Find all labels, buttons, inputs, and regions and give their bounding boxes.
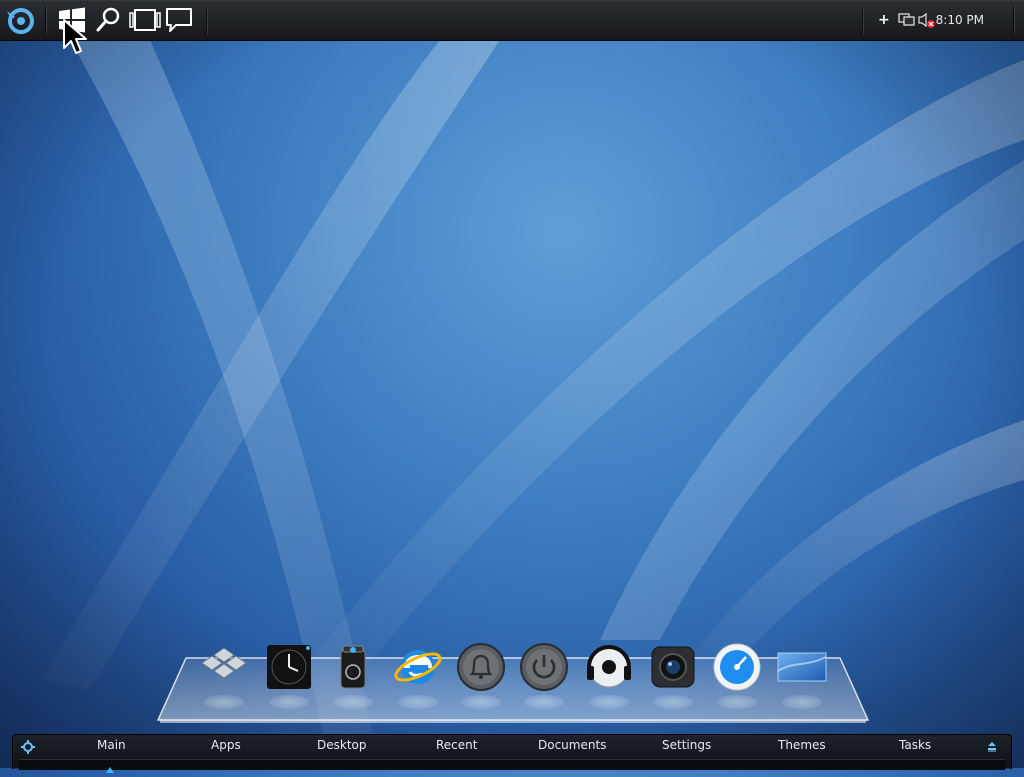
dock-camera-icon[interactable] (647, 641, 699, 709)
bottom-menu-bar: Main Apps Desktop Recent Documents Setti… (12, 734, 1012, 770)
menu-item-desktop[interactable]: Desktop (317, 738, 367, 752)
dock-speed-dial-icon[interactable] (711, 641, 763, 709)
message-icon[interactable] (163, 5, 195, 35)
menu-item-settings[interactable]: Settings (662, 738, 711, 752)
menu-item-documents[interactable]: Documents (538, 738, 606, 752)
dock-clock-icon[interactable] (263, 641, 315, 709)
menu-item-recent[interactable]: Recent (436, 738, 477, 752)
active-tab-indicator (106, 758, 114, 773)
menu-item-main[interactable]: Main (97, 738, 126, 752)
dock-recycle-bin-icon[interactable] (327, 641, 379, 709)
tray-separator (1013, 6, 1014, 34)
app-logo-icon[interactable] (2, 5, 38, 35)
dock-notification-bell-icon[interactable] (455, 641, 507, 709)
mouse-cursor-icon (62, 18, 88, 60)
tray-separator (862, 6, 863, 34)
volume-muted-icon[interactable] (918, 12, 936, 28)
top-taskbar: + 8:10 PM (0, 0, 1024, 41)
dock-music-headphones-icon[interactable] (583, 641, 635, 709)
add-icon[interactable]: + (878, 12, 890, 28)
toolbar-separator (45, 6, 46, 34)
search-icon[interactable] (92, 5, 124, 35)
dock-desktop-screen-icon[interactable] (776, 641, 828, 709)
bottom-menu-strip (19, 759, 1005, 770)
network-icon[interactable] (898, 12, 916, 28)
toolbar-separator (206, 6, 207, 34)
menu-item-tasks[interactable]: Tasks (899, 738, 931, 752)
task-view-icon[interactable] (127, 5, 163, 35)
clock[interactable]: 8:10 PM (936, 13, 984, 27)
menu-item-themes[interactable]: Themes (778, 738, 826, 752)
dock-windows-tiles-icon[interactable] (198, 641, 250, 709)
menu-item-apps[interactable]: Apps (211, 738, 241, 752)
system-tray: + (878, 0, 936, 40)
dock-internet-explorer-icon[interactable] (392, 641, 444, 709)
settings-gear-icon[interactable] (21, 740, 35, 754)
desktop-wallpaper (0, 0, 1024, 768)
collapse-menu-icon[interactable] (985, 740, 999, 754)
dock-power-icon[interactable] (518, 641, 570, 709)
